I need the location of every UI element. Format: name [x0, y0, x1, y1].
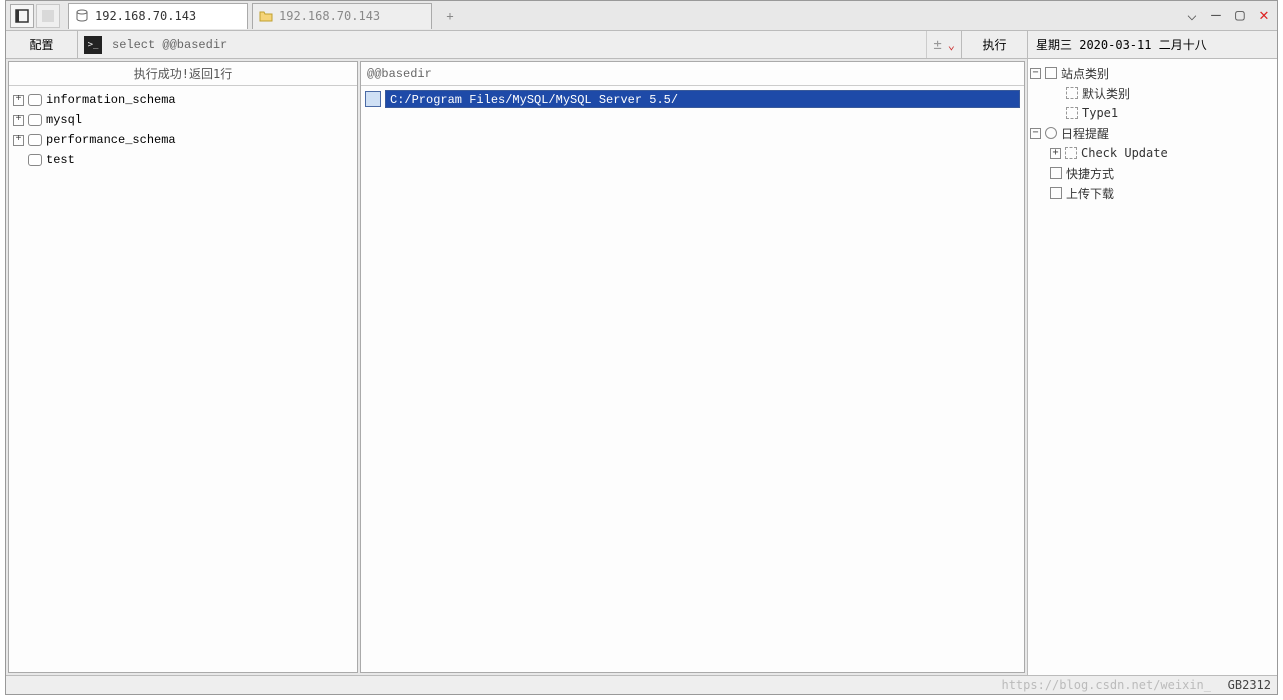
rtree-upload-download[interactable]: 上传下载	[1030, 183, 1275, 203]
db-icon	[28, 154, 42, 166]
tab-inactive-label: 192.168.70.143	[279, 9, 380, 23]
rtree-label: 上传下载	[1066, 185, 1114, 202]
command-bar: 配置 >_ select @@basedir ± ⌄ 执行 星期三 2020-0…	[6, 31, 1277, 59]
tab-active-label: 192.168.70.143	[95, 9, 196, 23]
command-indicators: ± ⌄	[926, 31, 961, 58]
tree-item-label: test	[46, 153, 75, 167]
clock-icon	[1045, 127, 1057, 139]
rtree-check-update[interactable]: + Check Update	[1030, 143, 1275, 163]
tree-item-information-schema[interactable]: + information_schema	[13, 90, 353, 110]
rtree-label: Check Update	[1081, 146, 1168, 160]
box-icon	[1050, 187, 1062, 199]
expand-icon[interactable]: +	[1050, 148, 1061, 159]
terminal-icon: >_	[84, 36, 102, 54]
result-cell[interactable]: C:/Program Files/MySQL/MySQL Server 5.5/	[385, 90, 1020, 108]
body-area: 执行成功!返回1行 + information_schema + mysql +…	[6, 59, 1277, 676]
left-status-header: 执行成功!返回1行	[9, 62, 357, 86]
date-display: 星期三 2020-03-11 二月十八	[1027, 31, 1277, 58]
expand-icon[interactable]: +	[13, 135, 24, 146]
rtree-label: 默认类别	[1082, 85, 1130, 102]
config-button[interactable]: 配置	[6, 31, 78, 58]
collapse-icon[interactable]: −	[1030, 68, 1041, 79]
rtree-label: Type1	[1082, 106, 1118, 120]
column-header[interactable]: @@basedir	[361, 62, 1024, 86]
tree-item-label: mysql	[46, 113, 82, 127]
rtree-label: 快捷方式	[1066, 165, 1114, 182]
execute-button[interactable]: 执行	[961, 31, 1027, 58]
folder-icon	[259, 9, 273, 23]
rtree-default-category[interactable]: 默认类别	[1030, 83, 1275, 103]
category-icon	[1066, 107, 1078, 119]
tree-item-test[interactable]: test	[13, 150, 353, 170]
encoding-label: GB2312	[1228, 678, 1271, 692]
expand-icon[interactable]: +	[13, 95, 24, 106]
tree-item-label: information_schema	[46, 93, 176, 107]
left-panel: 执行成功!返回1行 + information_schema + mysql +…	[8, 61, 358, 673]
dropdown-icon[interactable]: ⌵	[1183, 5, 1201, 24]
db-icon	[28, 134, 42, 146]
rtree-shortcut[interactable]: 快捷方式	[1030, 163, 1275, 183]
collapse-icon[interactable]: −	[1030, 128, 1041, 139]
expand-spacer	[13, 155, 24, 166]
box-icon	[1045, 67, 1057, 79]
rtree-type1[interactable]: Type1	[1030, 103, 1275, 123]
database-tree: + information_schema + mysql + performan…	[9, 86, 357, 672]
close-button[interactable]: ✕	[1255, 5, 1273, 24]
database-icon	[75, 9, 89, 23]
toolbar-button-disabled	[36, 4, 60, 28]
app-frame: 192.168.70.143 192.168.70.143 + ⌵ — ▢ ✕ …	[5, 0, 1278, 695]
rtree-site-category[interactable]: − 站点类别	[1030, 63, 1275, 83]
rtree-schedule[interactable]: − 日程提醒	[1030, 123, 1275, 143]
tree-item-performance-schema[interactable]: + performance_schema	[13, 130, 353, 150]
row-checkbox[interactable]	[365, 91, 381, 107]
window-controls: ⌵ — ▢ ✕	[1183, 5, 1273, 24]
toolbar-icons	[6, 4, 64, 28]
command-input[interactable]: select @@basedir	[108, 31, 926, 58]
rtree-label: 日程提醒	[1061, 125, 1109, 142]
chevron-down-icon[interactable]: ⌄	[948, 38, 955, 52]
plus-minus-icon[interactable]: ±	[933, 37, 941, 53]
tree-item-mysql[interactable]: + mysql	[13, 110, 353, 130]
right-panel: − 站点类别 默认类别 Type1 − 日程提醒	[1027, 59, 1277, 675]
db-icon	[28, 94, 42, 106]
tab-bar: 192.168.70.143 192.168.70.143 + ⌵ — ▢ ✕	[6, 1, 1277, 31]
panel-toggle-icon[interactable]	[10, 4, 34, 28]
tab-inactive[interactable]: 192.168.70.143	[252, 3, 432, 29]
tab-add-button[interactable]: +	[438, 4, 462, 28]
tab-active[interactable]: 192.168.70.143	[68, 3, 248, 29]
rtree-label: 站点类别	[1061, 65, 1109, 82]
maximize-button[interactable]: ▢	[1231, 5, 1249, 24]
box-icon	[1050, 167, 1062, 179]
expand-icon[interactable]: +	[13, 115, 24, 126]
tree-item-label: performance_schema	[46, 133, 176, 147]
db-icon	[28, 114, 42, 126]
item-icon	[1065, 147, 1077, 159]
status-bar: GB2312	[6, 676, 1277, 694]
minimize-button[interactable]: —	[1207, 5, 1225, 24]
category-icon	[1066, 87, 1078, 99]
right-tree: − 站点类别 默认类别 Type1 − 日程提醒	[1028, 59, 1277, 675]
result-row: C:/Program Files/MySQL/MySQL Server 5.5/	[361, 86, 1024, 112]
center-panel: @@basedir C:/Program Files/MySQL/MySQL S…	[360, 61, 1025, 673]
